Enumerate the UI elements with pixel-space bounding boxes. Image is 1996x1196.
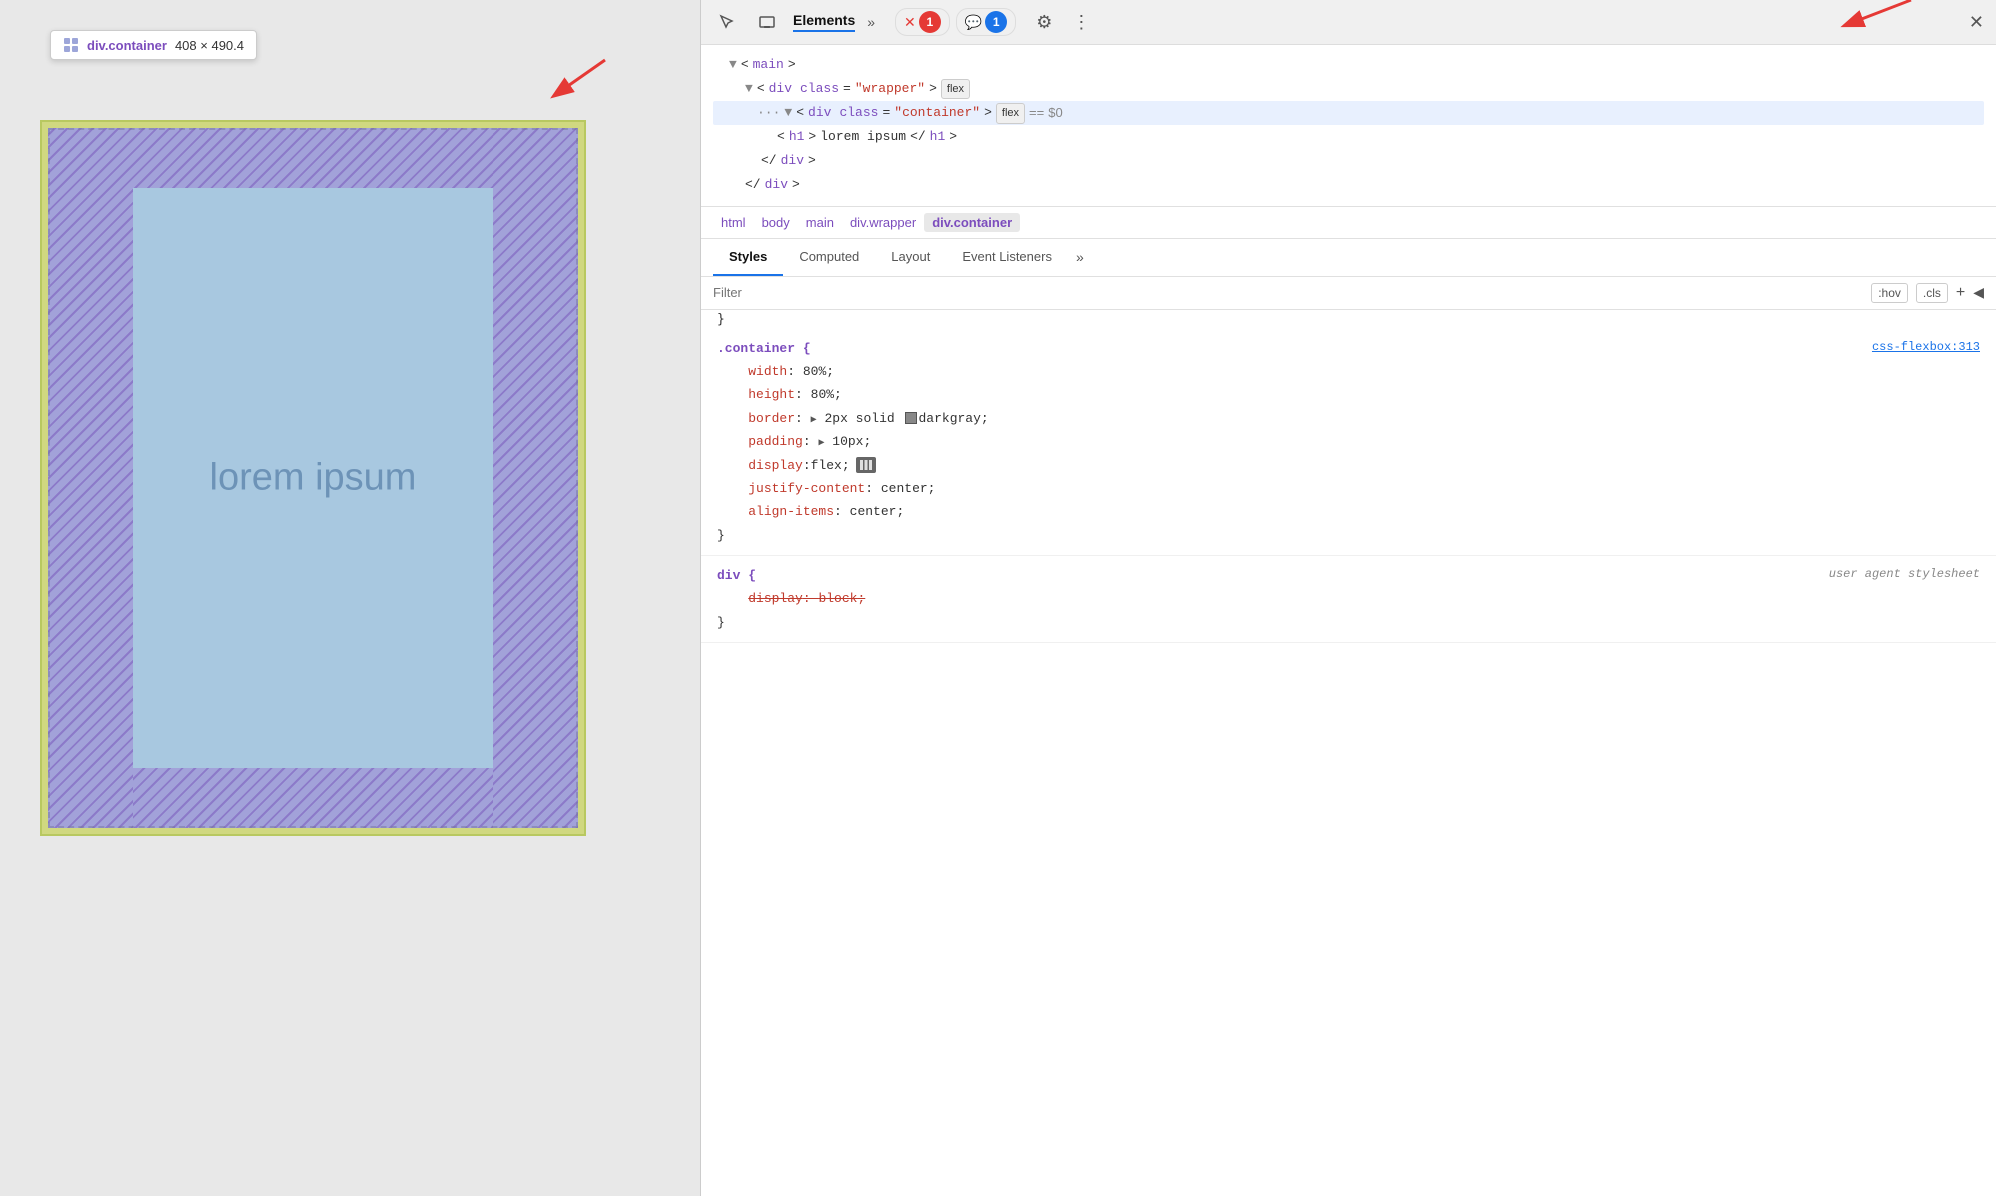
- viewport-panel: div.container 408 × 490.4: [0, 0, 700, 1196]
- more-tabs-button[interactable]: »: [867, 14, 875, 30]
- red-arrow-1: [535, 50, 615, 110]
- dom-h1-row[interactable]: <h1>lorem ipsum</h1>: [713, 125, 1984, 149]
- elements-tab[interactable]: Elements: [793, 12, 855, 32]
- dom-div-close-2[interactable]: </div>: [713, 173, 1984, 197]
- filter-actions: :hov .cls + ◀: [1871, 283, 1984, 303]
- equals-sign: ==: [1029, 102, 1044, 124]
- tab-layout[interactable]: Layout: [875, 239, 946, 276]
- filter-input[interactable]: [713, 285, 1863, 300]
- css-prop-justify-content[interactable]: justify-content: center;: [717, 477, 1980, 500]
- breadcrumb-wrapper[interactable]: div.wrapper: [842, 213, 924, 232]
- toggle-style-button[interactable]: ◀: [1973, 284, 1984, 301]
- css-prop-display-block[interactable]: display: block;: [717, 587, 1980, 610]
- rule-source-div: user agent stylesheet: [1829, 564, 1980, 586]
- dom-tree: ▼ <main> ▼ <div class="wrapper" > flex ·…: [701, 45, 1996, 207]
- css-prop-display[interactable]: display: flex;: [717, 454, 1980, 477]
- breadcrumb-html[interactable]: html: [713, 213, 754, 232]
- tab-computed[interactable]: Computed: [783, 239, 875, 276]
- dollar-zero: $0: [1048, 102, 1062, 124]
- rule-header-container: .container { css-flexbox:313: [717, 337, 1980, 360]
- rule-close-container: }: [717, 524, 1980, 547]
- dom-container-row[interactable]: ··· ▼ <div class="container" > flex == $…: [713, 101, 1984, 125]
- tab-bar: Styles Computed Layout Event Listeners »: [701, 239, 1996, 277]
- settings-button[interactable]: ⚙: [1036, 12, 1052, 33]
- devtools-header: Elements » ✕ 1 💬 1 ⚙ ⋮ ✕: [701, 0, 1996, 45]
- dom-div-close-1[interactable]: </div>: [713, 149, 1984, 173]
- breadcrumb-bar: html body main div.wrapper div.container: [701, 207, 1996, 239]
- styles-panel: :hov .cls + ◀ } .container { css-flexbox…: [701, 277, 1996, 1196]
- lorem-text: lorem ipsum: [210, 457, 417, 500]
- breadcrumb-main[interactable]: main: [798, 213, 842, 232]
- tab-more-button[interactable]: »: [1068, 239, 1092, 275]
- tooltip-dimensions: 408 × 490.4: [175, 38, 244, 53]
- flex-badge-container: flex: [996, 103, 1025, 124]
- flex-layout-icon[interactable]: [856, 457, 876, 473]
- hov-button[interactable]: :hov: [1871, 283, 1908, 303]
- inspect-tool-button[interactable]: [713, 8, 741, 36]
- rule-selector-container[interactable]: .container {: [717, 337, 811, 360]
- device-toggle-button[interactable]: [753, 8, 781, 36]
- container-visual: lorem ipsum: [48, 128, 578, 828]
- element-tooltip: div.container 408 × 490.4: [50, 30, 257, 60]
- message-badge[interactable]: 1: [985, 11, 1007, 33]
- breadcrumb-container[interactable]: div.container: [924, 213, 1020, 232]
- error-badge[interactable]: 1: [919, 11, 941, 33]
- dom-wrapper-row[interactable]: ▼ <div class="wrapper" > flex: [713, 77, 1984, 101]
- css-prop-border[interactable]: border: ▶ 2px solid darkgray;: [717, 407, 1980, 430]
- rule-source-container[interactable]: css-flexbox:313: [1872, 337, 1980, 359]
- breadcrumb-body[interactable]: body: [754, 213, 798, 232]
- tab-event-listeners[interactable]: Event Listeners: [946, 239, 1068, 276]
- rule-header-div: div { user agent stylesheet: [717, 564, 1980, 587]
- css-prop-align-items[interactable]: align-items: center;: [717, 500, 1980, 523]
- filter-bar: :hov .cls + ◀: [701, 277, 1996, 310]
- tooltip-element-name: div.container: [87, 38, 167, 53]
- flex-badge-wrapper: flex: [941, 79, 970, 100]
- element-icon: [63, 37, 79, 53]
- prev-rule-close: }: [701, 310, 1996, 329]
- css-prop-width[interactable]: width: 80%;: [717, 360, 1980, 383]
- css-prop-padding[interactable]: padding: ▶ 10px;: [717, 430, 1980, 453]
- devtools-panel: Elements » ✕ 1 💬 1 ⚙ ⋮ ✕ ▼ <main> ▼ <div…: [700, 0, 1996, 1196]
- rule-close-div: }: [717, 611, 1980, 634]
- close-devtools-button[interactable]: ✕: [1969, 12, 1984, 33]
- add-style-button[interactable]: +: [1956, 284, 1965, 302]
- container-rule: .container { css-flexbox:313 width: 80%;…: [701, 329, 1996, 557]
- cls-button[interactable]: .cls: [1916, 283, 1948, 303]
- more-options-button[interactable]: ⋮: [1072, 12, 1090, 33]
- div-rule: div { user agent stylesheet display: blo…: [701, 556, 1996, 643]
- color-swatch-darkgray[interactable]: [905, 412, 917, 424]
- dom-main-row[interactable]: ▼ <main>: [713, 53, 1984, 77]
- css-prop-height[interactable]: height: 80%;: [717, 383, 1980, 406]
- rule-selector-div[interactable]: div {: [717, 564, 756, 587]
- tab-styles[interactable]: Styles: [713, 239, 783, 276]
